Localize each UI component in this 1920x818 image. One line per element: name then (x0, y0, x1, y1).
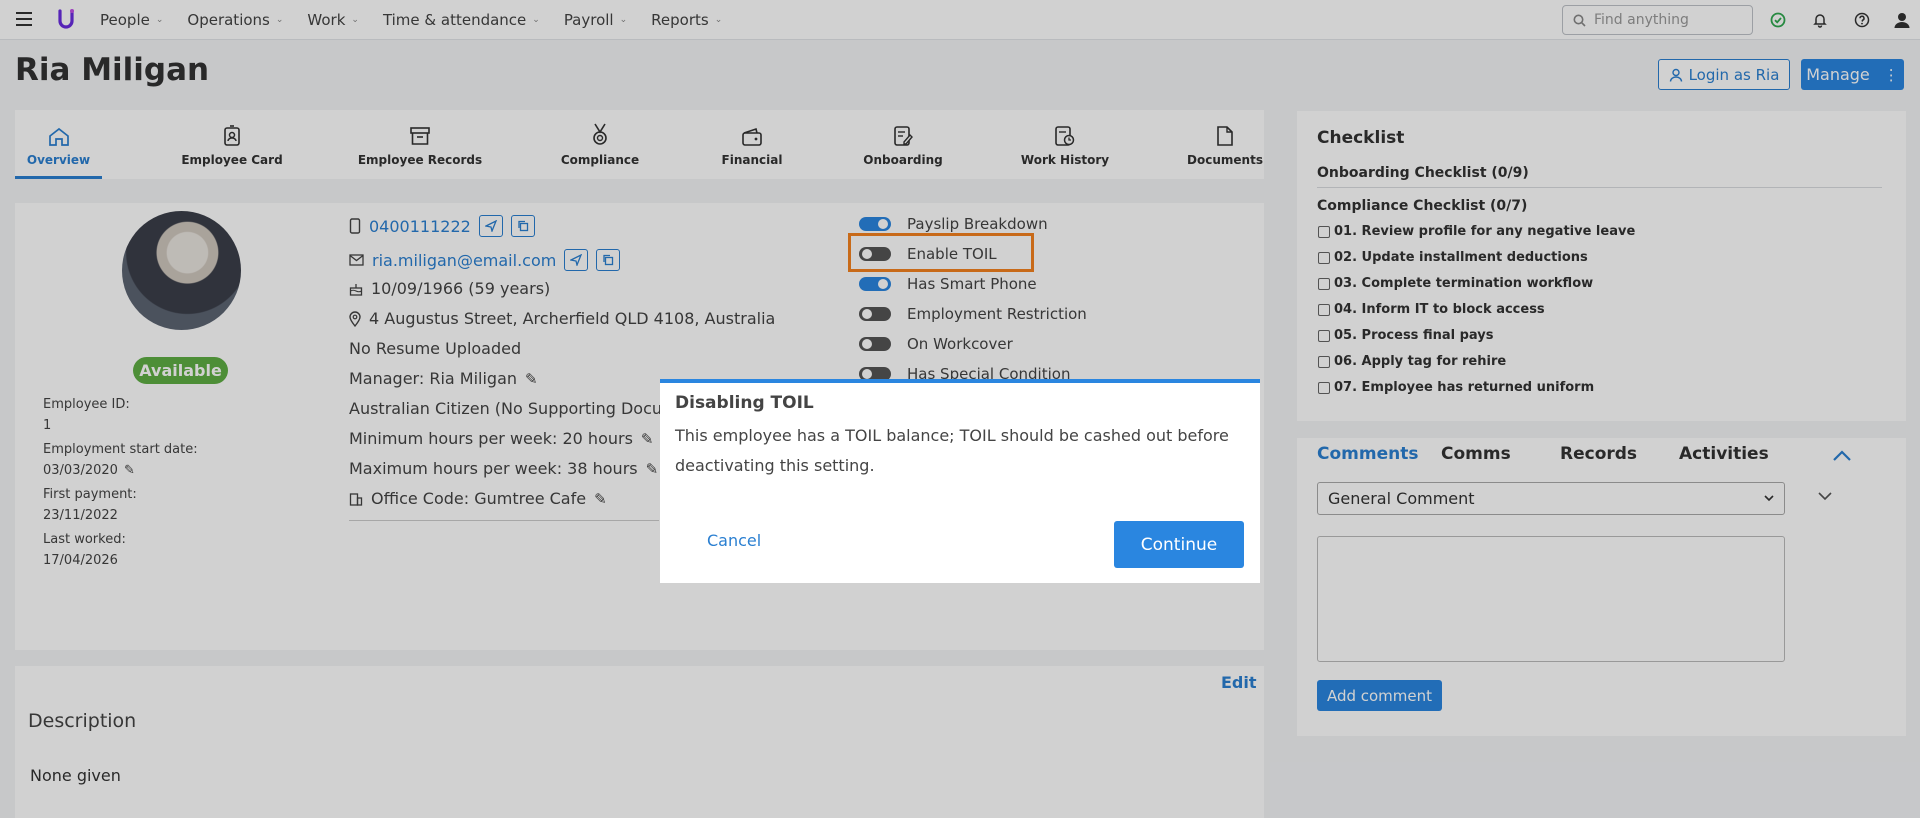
dialog-message: This employee has a TOIL balance; TOIL s… (675, 426, 1229, 475)
dialog-title: Disabling TOIL (675, 393, 814, 413)
cancel-button[interactable]: Cancel (707, 531, 761, 550)
continue-button[interactable]: Continue (1114, 521, 1244, 568)
disable-toil-dialog: Disabling TOIL This employee has a TOIL … (660, 379, 1260, 583)
